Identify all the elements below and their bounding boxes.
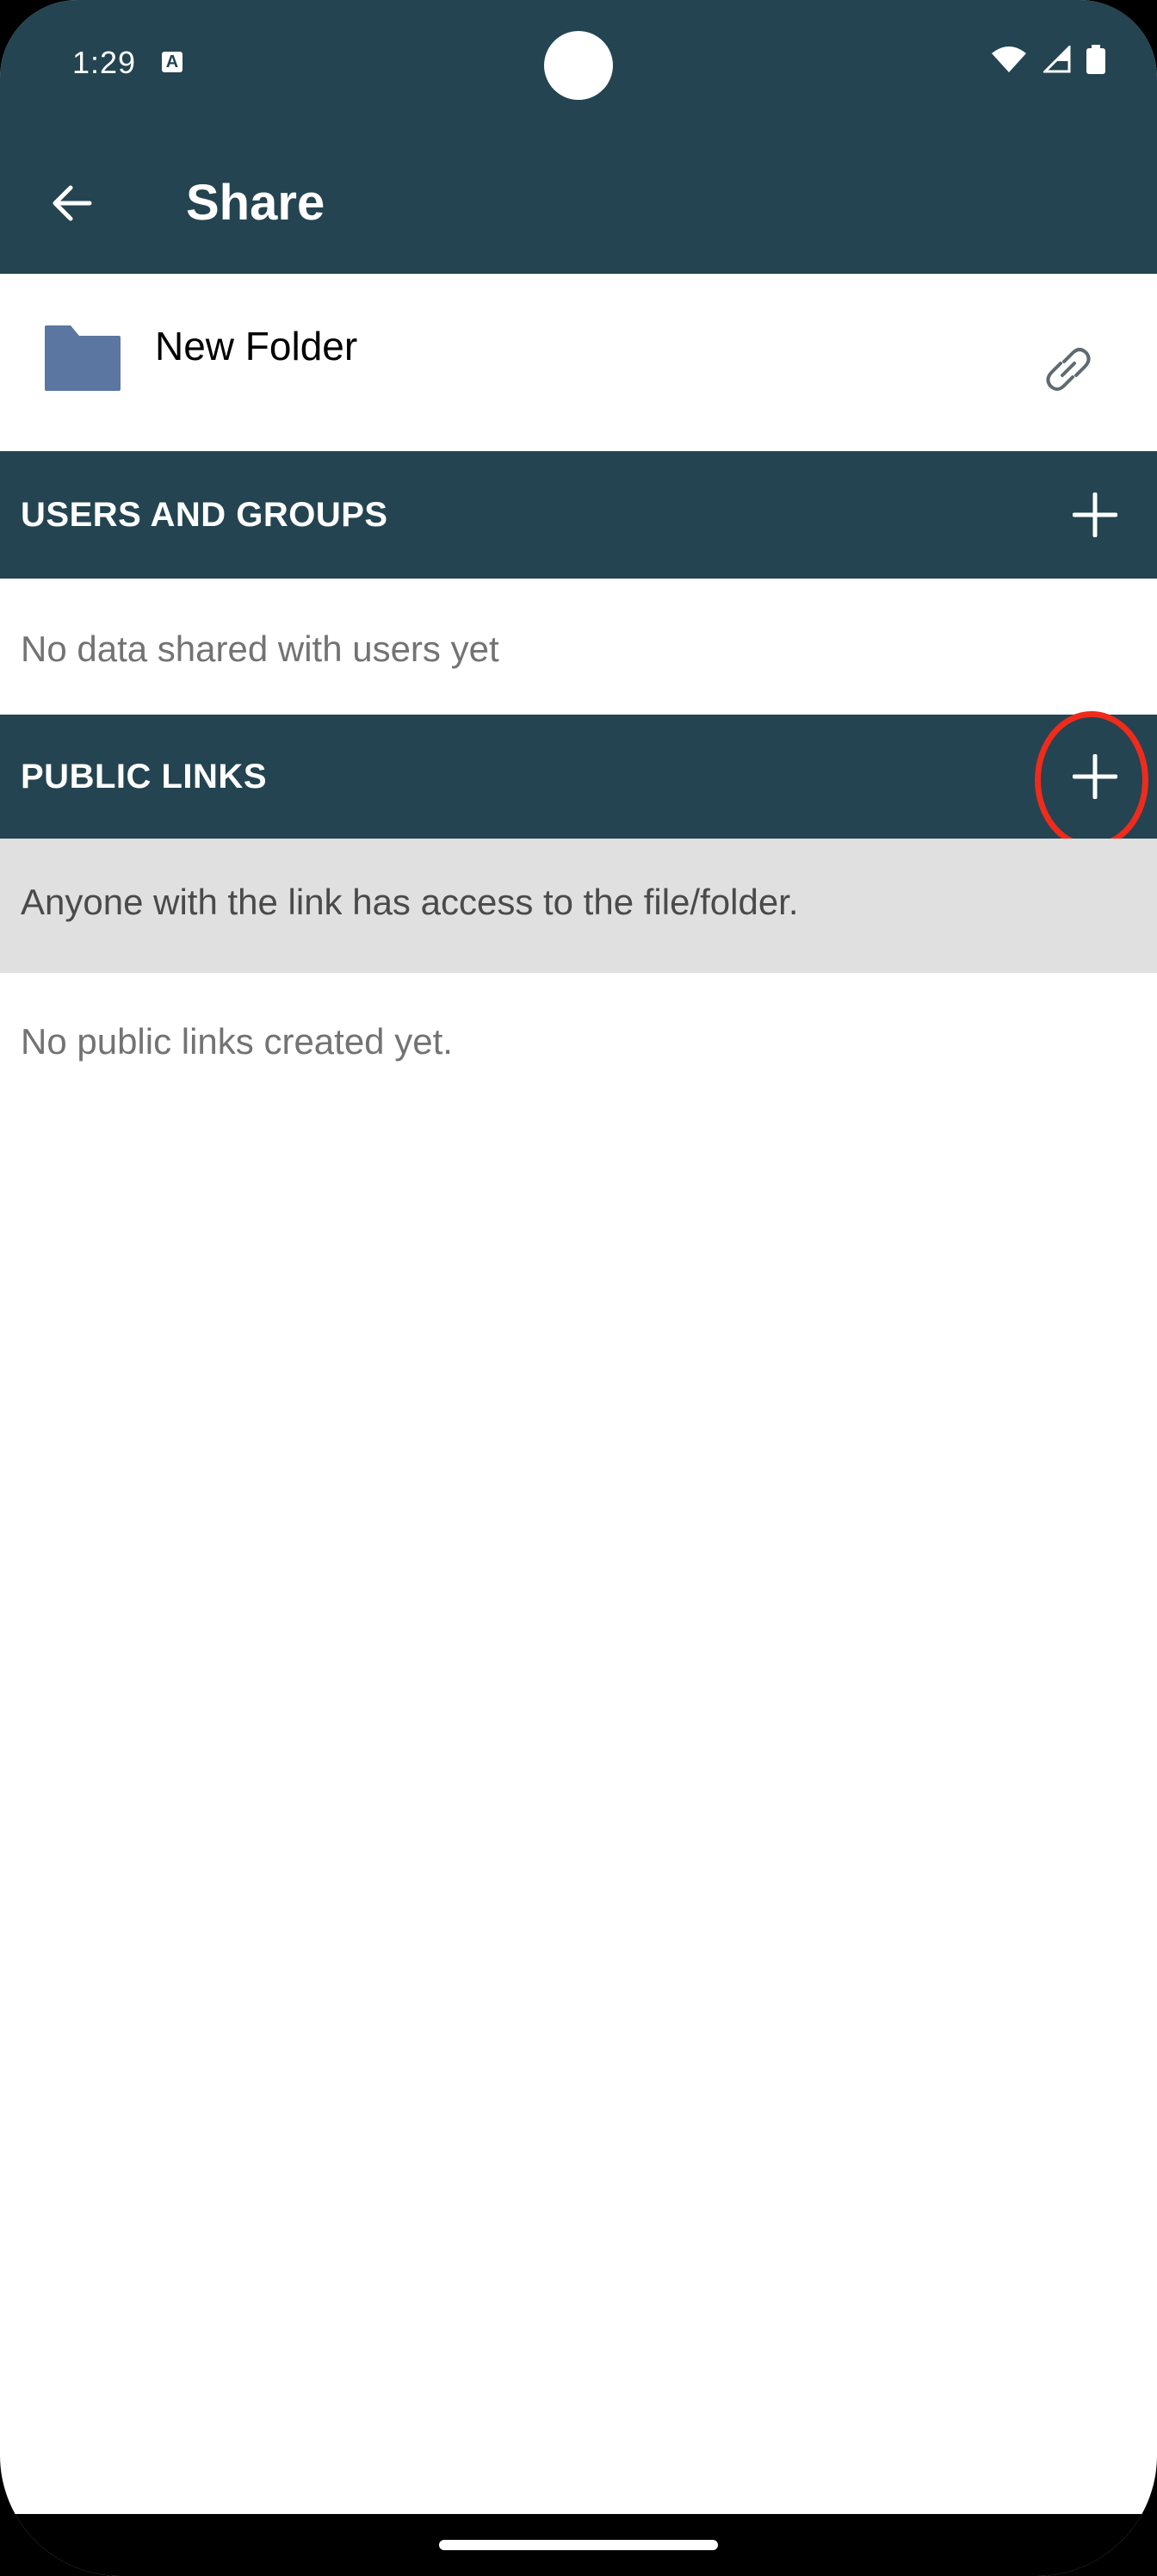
public-links-title: PUBLIC LINKS [21, 758, 267, 796]
plus-icon [1073, 492, 1117, 537]
phone-screen: 1:29 A Share New Folder USERS AND GROUPS… [0, 0, 1157, 2576]
back-button[interactable] [38, 169, 107, 238]
public-links-info-text: Anyone with the link has access to the f… [21, 882, 799, 922]
shared-file-row: New Folder [0, 274, 1157, 451]
users-and-groups-title: USERS AND GROUPS [21, 496, 388, 534]
page-title: Share [186, 175, 325, 231]
battery-icon [1086, 45, 1105, 78]
status-time: 1:29 [72, 45, 137, 80]
notification-badge-icon: A [162, 52, 183, 72]
file-name: New Folder [155, 324, 358, 368]
public-links-info-band: Anyone with the link has access to the f… [0, 839, 1157, 973]
add-public-link-button[interactable] [1054, 735, 1136, 818]
public-links-header: PUBLIC LINKS [0, 715, 1157, 839]
users-and-groups-header: USERS AND GROUPS [0, 451, 1157, 579]
public-links-empty-text: No public links created yet. [21, 1021, 453, 1062]
users-empty-text: No data shared with users yet [21, 629, 499, 669]
camera-cutout [544, 31, 613, 100]
home-indicator[interactable] [439, 2540, 718, 2550]
folder-icon [45, 325, 121, 391]
arrow-back-icon [53, 185, 92, 221]
copy-link-button[interactable] [1030, 331, 1107, 408]
link-icon [1046, 348, 1091, 391]
top-app-bar: 1:29 A Share [0, 0, 1157, 274]
status-icons [990, 44, 1105, 78]
cell-signal-icon [1042, 44, 1071, 77]
wifi-icon [990, 45, 1028, 78]
plus-icon [1073, 754, 1117, 799]
add-user-share-button[interactable] [1054, 474, 1136, 556]
